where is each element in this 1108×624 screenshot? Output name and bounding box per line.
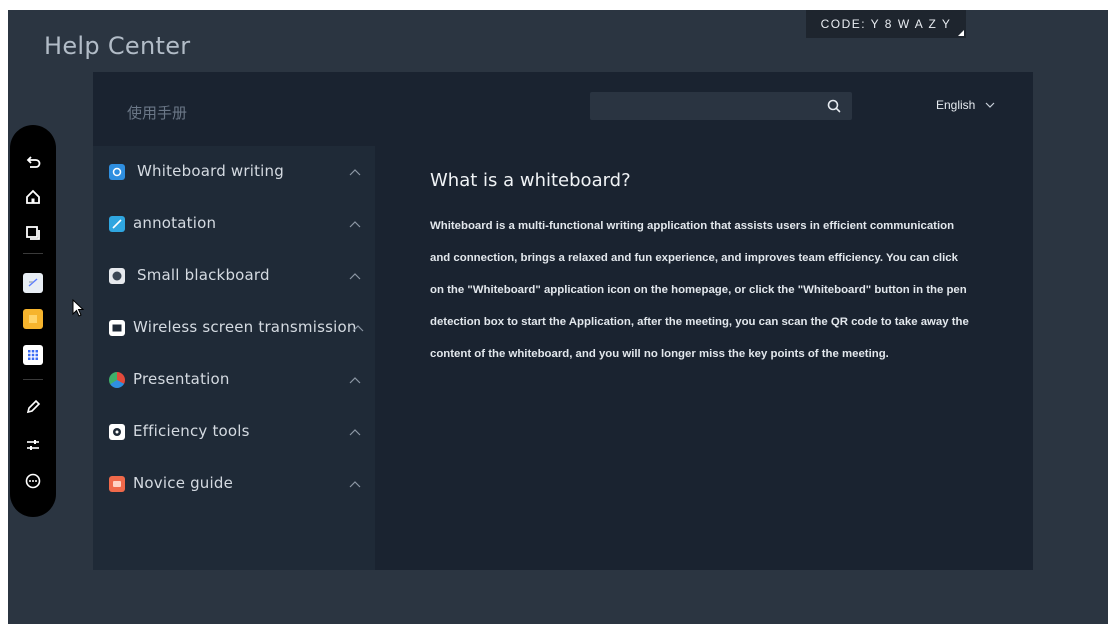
sidebar-item-whiteboard-writing[interactable]: Whiteboard writing	[93, 146, 375, 198]
sidebar-item-label: annotation	[133, 214, 217, 232]
sidebar-item-annotation[interactable]: annotation	[93, 198, 375, 250]
sidebar-item-small-blackboard[interactable]: Small blackboard	[93, 250, 375, 302]
help-sidebar: Whiteboard writing annotation Small blac…	[93, 146, 375, 570]
language-select[interactable]: English	[936, 98, 995, 112]
chevron-up-icon[interactable]	[349, 428, 361, 436]
chevron-up-icon[interactable]	[349, 480, 361, 488]
chevron-up-icon[interactable]	[349, 272, 361, 280]
sidebar-item-label: Efficiency tools	[133, 422, 250, 440]
more-icon[interactable]	[23, 471, 43, 491]
article-content: What is a whiteboard? Whiteboard is a mu…	[375, 146, 1033, 570]
blackboard-app-icon	[109, 268, 125, 284]
code-badge-text: CODE: Y 8 W A Z Y	[820, 17, 952, 31]
sidebar-item-label: Wireless screen transmission	[133, 318, 357, 336]
corner-marker-icon	[958, 30, 964, 36]
annotation-app-icon	[109, 216, 125, 232]
sidebar-item-novice-guide[interactable]: Novice guide	[93, 458, 375, 510]
chevron-up-icon[interactable]	[352, 324, 364, 332]
sidebar-item-label: Small blackboard	[137, 266, 270, 284]
notes-app-icon[interactable]	[23, 273, 43, 293]
article-body: Whiteboard is a multi-functional writing…	[430, 220, 969, 360]
sidebar-item-label: Novice guide	[133, 474, 234, 492]
presentation-app-icon	[109, 372, 125, 388]
chevron-up-icon[interactable]	[349, 220, 361, 228]
page-title: Help Center	[44, 32, 191, 60]
floating-dock	[10, 125, 56, 517]
screen-cast-icon	[109, 320, 125, 336]
sidebar-item-efficiency-tools[interactable]: Efficiency tools	[93, 406, 375, 458]
search-input[interactable]	[598, 96, 822, 118]
guide-app-icon	[109, 476, 125, 492]
dock-divider	[23, 253, 43, 254]
language-label: English	[936, 98, 976, 112]
sticky-notes-app-icon[interactable]	[23, 309, 43, 329]
panel-header: 使用手册 English	[93, 72, 1033, 146]
manual-title: 使用手册	[127, 104, 188, 122]
chevron-up-icon[interactable]	[349, 376, 361, 384]
pen-icon[interactable]	[23, 397, 43, 417]
tools-app-icon	[109, 424, 125, 440]
sidebar-item-label: Whiteboard writing	[137, 162, 284, 180]
sidebar-item-label: Presentation	[133, 370, 230, 388]
search-box[interactable]	[590, 92, 852, 120]
multitask-icon[interactable]	[23, 223, 43, 243]
mouse-cursor-icon	[72, 299, 85, 317]
screen: CODE: Y 8 W A Z Y Help Center 使用手册 Engli…	[8, 10, 1108, 624]
dock-divider	[23, 379, 43, 380]
search-icon[interactable]	[826, 98, 842, 114]
settings-sliders-icon[interactable]	[23, 435, 43, 455]
home-icon[interactable]	[23, 187, 43, 207]
chevron-up-icon[interactable]	[349, 168, 361, 176]
back-icon[interactable]	[23, 153, 43, 173]
sidebar-item-presentation[interactable]: Presentation	[93, 354, 375, 406]
code-badge: CODE: Y 8 W A Z Y	[806, 10, 966, 38]
whiteboard-app-icon	[109, 164, 125, 180]
help-panel: 使用手册 English Whiteboard writing annotati…	[93, 72, 1033, 570]
chevron-down-icon	[985, 102, 995, 108]
article-title: What is a whiteboard?	[430, 170, 631, 191]
apps-grid-icon[interactable]	[23, 345, 43, 365]
sidebar-item-wireless-screen-transmission[interactable]: Wireless screen transmission	[93, 302, 375, 354]
